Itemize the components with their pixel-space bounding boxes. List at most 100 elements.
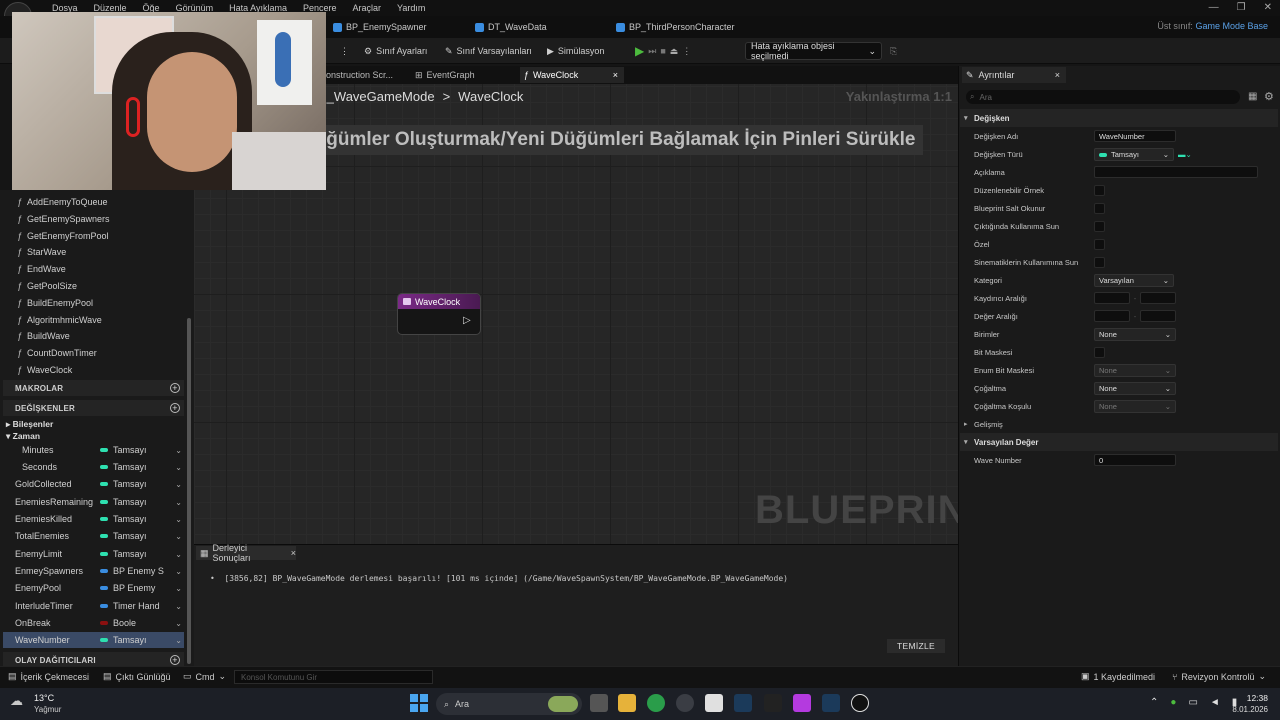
asset-tab-enemy-spawner[interactable]: BP_EnemySpawner	[333, 18, 427, 36]
replication-select[interactable]: None ⌄	[1094, 381, 1176, 395]
variable-item[interactable]: InterludeTimer Timer Hand ⌄	[3, 598, 184, 614]
exec-pin-icon[interactable]: ▷	[463, 315, 474, 326]
function-item[interactable]: ƒ StarWave	[17, 247, 66, 257]
slider-max-input[interactable]	[1140, 292, 1176, 304]
variable-item[interactable]: GoldCollected Tamsayı ⌄	[3, 476, 184, 492]
close-icon[interactable]: ×	[291, 548, 296, 558]
function-item[interactable]: ƒ AlgoritmhmicWave	[17, 315, 102, 325]
discord-icon[interactable]	[676, 694, 694, 712]
section-default-value[interactable]: ▾ Varsayılan Değer	[960, 433, 1278, 451]
class-settings-button[interactable]: ⚙ Sınıf Ayarları	[364, 43, 427, 59]
variable-item[interactable]: EnemyLimit Tamsayı ⌄	[3, 546, 184, 562]
details-search-input[interactable]: ⌕ Ara	[966, 90, 1240, 104]
network-icon[interactable]: ▭	[1188, 697, 1197, 708]
instance-editable-checkbox[interactable]	[1094, 184, 1105, 196]
variable-type[interactable]: BP Enemy S	[100, 566, 170, 576]
function-item[interactable]: ƒ CountDownTimer	[17, 348, 97, 358]
play-icon[interactable]: ▶	[635, 44, 644, 58]
variable-item[interactable]: EnmeySpawners BP Enemy S ⌄	[3, 563, 184, 579]
variable-item[interactable]: OnBreak Boole ⌄	[3, 615, 184, 631]
variable-type[interactable]: Tamsayı	[100, 514, 170, 524]
expose-cinematics-checkbox[interactable]	[1094, 256, 1105, 268]
taskbar-search[interactable]: ⌕ Ara	[436, 693, 582, 715]
unsaved-button[interactable]: ▣ 1 Kaydedilmedi	[1081, 671, 1155, 682]
variable-item[interactable]: Seconds Tamsayı ⌄	[3, 459, 184, 475]
visibility-icon[interactable]: ⌄	[175, 567, 184, 576]
tab-compiler-results[interactable]: ▦ Derleyici Sonuçları ×	[196, 543, 296, 563]
readonly-checkbox[interactable]	[1094, 202, 1105, 214]
variable-type-select[interactable]: Tamsayı ⌄	[1094, 147, 1174, 161]
variable-type[interactable]: Boole	[100, 618, 170, 628]
units-select[interactable]: None ⌄	[1094, 327, 1176, 341]
function-item[interactable]: ƒ WaveClock	[17, 365, 72, 375]
macros-section[interactable]: MAKROLAR +	[3, 380, 184, 396]
close-icon[interactable]: ×	[613, 70, 624, 80]
visibility-icon[interactable]: ⌄	[175, 532, 184, 541]
variable-type[interactable]: Tamsayı	[100, 531, 170, 541]
category-select[interactable]: Varsayılan ⌄	[1094, 273, 1174, 287]
close-icon[interactable]: ×	[1055, 70, 1066, 80]
breadcrumb-parent[interactable]: P_WaveGameMode	[318, 89, 435, 104]
tab-details[interactable]: ✎ Ayrıntılar ×	[962, 67, 1066, 83]
variable-type[interactable]: BP Enemy	[100, 583, 170, 593]
variable-type[interactable]: Tamsayı	[100, 549, 170, 559]
play-options-icon[interactable]: ⋮	[682, 46, 691, 57]
unreal-engine-icon[interactable]	[851, 694, 869, 712]
chevron-up-icon[interactable]: ⌃	[1150, 697, 1158, 708]
more-options-icon[interactable]: ⋮	[340, 43, 349, 59]
visibility-icon[interactable]: ⌄	[175, 498, 184, 507]
row-advanced[interactable]: ▸ Gelişmiş	[960, 415, 1278, 433]
variable-item[interactable]: EnemiesKilled Tamsayı ⌄	[3, 511, 184, 527]
minimize-icon[interactable]: —	[1209, 2, 1219, 13]
simulation-button[interactable]: ▶ Simülasyon	[547, 43, 604, 59]
value-max-input[interactable]	[1140, 310, 1176, 322]
add-icon[interactable]: +	[170, 655, 180, 665]
description-input[interactable]	[1094, 166, 1258, 178]
visibility-icon[interactable]: ⌄	[175, 480, 184, 489]
variable-type[interactable]: Tamsayı	[100, 497, 170, 507]
stop-icon[interactable]: ■	[660, 46, 665, 56]
microphone-icon[interactable]: ●	[1170, 697, 1176, 708]
variable-item[interactable]: Minutes Tamsayı ⌄	[3, 442, 184, 458]
tab-event-graph[interactable]: ⊞ EventGraph	[415, 67, 475, 83]
steam-icon-2[interactable]	[822, 694, 840, 712]
maximize-icon[interactable]: ❐	[1237, 2, 1246, 13]
variable-type[interactable]: Timer Hand	[100, 601, 170, 611]
close-icon[interactable]: ✕	[1264, 2, 1272, 13]
expose-on-spawn-checkbox[interactable]	[1094, 220, 1105, 232]
variable-item[interactable]: WaveNumber Tamsayı ⌄	[3, 632, 184, 648]
private-checkbox[interactable]	[1094, 238, 1105, 250]
menu-item[interactable]: Araçlar	[345, 0, 390, 16]
visibility-icon[interactable]: ⌄	[175, 515, 184, 524]
variables-section[interactable]: DEĞİŞKENLER +	[3, 400, 184, 416]
variable-name-input[interactable]: WaveNumber	[1094, 130, 1176, 142]
tab-construction-script[interactable]: onstruction Scr...	[326, 67, 393, 83]
volume-icon[interactable]: ◄	[1210, 697, 1220, 708]
function-item[interactable]: ƒ GetEnemySpawners	[17, 214, 110, 224]
weather-icon[interactable]: ☁	[10, 693, 30, 711]
add-icon[interactable]: +	[170, 403, 180, 413]
revision-control-button[interactable]: ⑂ Revizyon Kontrolü ⌄	[1172, 671, 1266, 682]
variable-type[interactable]: Tamsayı	[100, 462, 170, 472]
variable-type[interactable]: Tamsayı	[100, 479, 170, 489]
variable-type[interactable]: Tamsayı	[100, 445, 170, 455]
wave-number-input[interactable]: 0	[1094, 454, 1176, 466]
bitmask-checkbox[interactable]	[1094, 346, 1105, 358]
epic-games-icon[interactable]	[764, 694, 782, 712]
visibility-icon[interactable]: ⌄	[175, 463, 184, 472]
step-icon[interactable]: ⏭	[648, 46, 656, 57]
function-item[interactable]: ƒ GetPoolSize	[17, 281, 77, 291]
add-icon[interactable]: +	[170, 383, 180, 393]
scrollbar[interactable]	[187, 318, 191, 664]
asset-tab-wave-data[interactable]: DT_WaveData	[475, 18, 547, 36]
start-icon[interactable]	[410, 694, 428, 712]
slider-min-input[interactable]	[1094, 292, 1130, 304]
function-item[interactable]: ƒ BuildEnemyPool	[17, 298, 93, 308]
output-log-button[interactable]: ▤ Çıktı Günlüğü	[103, 671, 171, 682]
variable-item[interactable]: EnemyPool BP Enemy ⌄	[3, 580, 184, 596]
find-in-blueprint-icon[interactable]: ⎘	[890, 43, 897, 59]
function-entry-node[interactable]: WaveClock	[397, 293, 481, 335]
visibility-icon[interactable]: ⌄	[175, 446, 184, 455]
visibility-icon[interactable]: ⌄	[175, 584, 184, 593]
visibility-icon[interactable]: ⌄	[175, 550, 184, 559]
